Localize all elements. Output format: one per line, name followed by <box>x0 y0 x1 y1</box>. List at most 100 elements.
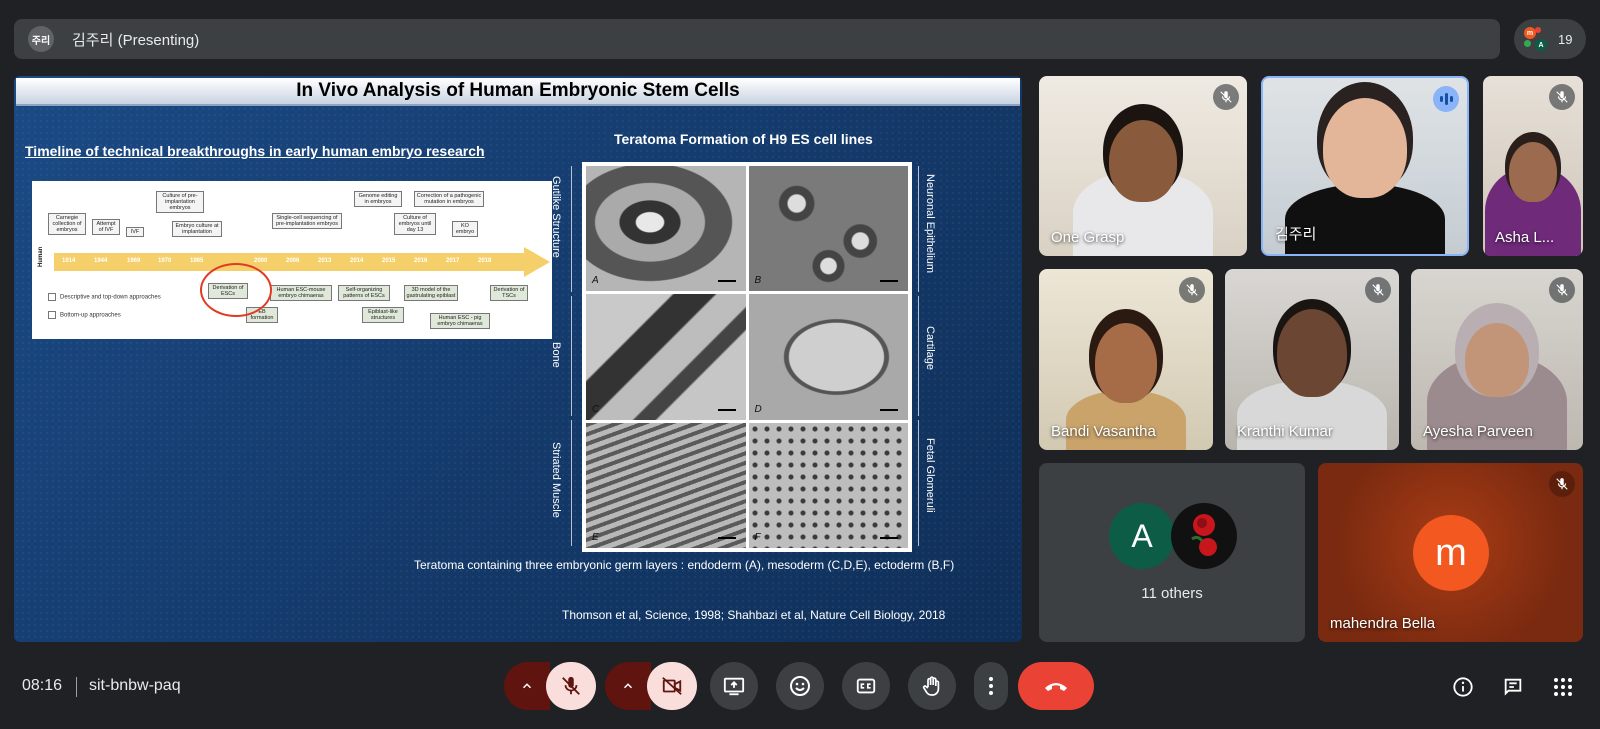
rose-avatar <box>1171 503 1237 569</box>
teratoma-heading: Teratoma Formation of H9 ES cell lines <box>614 131 873 147</box>
timeline-box: Culture of embryos until day 13 <box>394 213 436 235</box>
presenting-bar: 주리 김주리 (Presenting) <box>14 19 1500 59</box>
more-options-button[interactable] <box>974 662 1008 710</box>
more-options-pill <box>974 662 1008 710</box>
participant-face <box>1109 120 1177 202</box>
mic-off-icon <box>1549 277 1575 303</box>
participant-tile[interactable]: m mahendra Bella <box>1318 463 1583 642</box>
timeline-year: 1985 <box>190 258 204 264</box>
captions-icon <box>856 678 876 694</box>
histology-right-label: Cartilage <box>924 326 936 371</box>
panel-letter: B <box>754 275 762 287</box>
others-avatar: A <box>1109 503 1175 569</box>
apps-grid-icon <box>1554 678 1572 696</box>
participant-name: One Grasp <box>1051 229 1125 246</box>
mini-avatar: A <box>1535 39 1547 51</box>
mic-off-icon <box>1549 84 1575 110</box>
participant-avatars: m A <box>1522 26 1548 52</box>
left-divider <box>571 420 572 546</box>
timeline-box: Self-organizing patterns of ESCs <box>338 285 390 301</box>
timeline-box: Embryo culture at implantation <box>172 221 222 237</box>
timeline-box: KO embryo <box>452 221 478 237</box>
present-icon <box>723 677 745 696</box>
histology-right-label: Neuronal Epithelium <box>924 174 936 274</box>
left-divider <box>571 296 572 416</box>
participant-tile[interactable]: One Grasp <box>1039 76 1247 256</box>
histology-left-label: Gutlike Structure <box>550 176 562 258</box>
camera-toggle-button[interactable] <box>647 662 697 710</box>
timeline-box: Genome editing in embryos <box>354 191 402 207</box>
meeting-code: sit-bnbw-paq <box>89 677 181 694</box>
histology-grid: A B C D E F <box>586 166 908 548</box>
scale-bar <box>880 537 898 539</box>
captions-button[interactable] <box>842 662 890 710</box>
others-tile[interactable]: A 11 others <box>1039 463 1305 642</box>
presenter-label: 김주리 (Presenting) <box>72 31 200 49</box>
timeline-box: Epiblast-like structures <box>362 307 404 323</box>
panel-letter: D <box>754 403 762 415</box>
timeline-box: IVF <box>126 227 144 237</box>
presenter-avatar: 주리 <box>28 26 54 52</box>
mic-off-icon <box>1213 84 1239 110</box>
histology-left-label: Striated Muscle <box>550 442 562 518</box>
histology-panel: C <box>586 294 746 420</box>
mic-off-icon <box>562 676 580 695</box>
mic-off-icon <box>1179 277 1205 303</box>
scale-bar <box>880 280 898 283</box>
meeting-details-button[interactable] <box>1450 674 1476 700</box>
scale-bar <box>717 280 736 283</box>
divider <box>76 677 77 697</box>
timeline-box: Attempt of IVF <box>92 219 120 235</box>
timeline-legend-item: Descriptive and top-down approaches <box>48 293 161 301</box>
audio-options-button[interactable] <box>504 662 550 710</box>
scale-bar <box>880 408 898 411</box>
timeline-box: Carnegie collection of embryos <box>48 213 86 235</box>
timeline-box: Human ESC - pig embryo chimaeras <box>430 313 490 329</box>
video-options-button[interactable] <box>605 662 651 710</box>
participant-tile[interactable]: Kranthi Kumar <box>1225 269 1399 450</box>
slide-title-bar: In Vivo Analysis of Human Embryonic Stem… <box>16 78 1020 106</box>
participant-tile[interactable]: Ayesha Parveen <box>1411 269 1583 450</box>
raise-hand-button[interactable] <box>908 662 956 710</box>
timeline-year: 2016 <box>414 258 428 264</box>
timeline-year: 2015 <box>382 258 396 264</box>
participant-tile[interactable]: Asha L... <box>1483 76 1583 256</box>
mic-off-icon <box>1549 471 1575 497</box>
timeline-year: 1970 <box>158 258 172 264</box>
histology-panel: A <box>586 166 746 292</box>
more-vert-icon <box>989 677 993 695</box>
histology-figure: A B C D E F <box>582 162 912 552</box>
mic-toggle-button[interactable] <box>546 662 596 710</box>
slide-caption: Teratoma containing three embryonic germ… <box>414 558 955 572</box>
participant-name: Bandi Vasantha <box>1051 423 1156 440</box>
timeline-legend-item: Bottom-up approaches <box>48 311 121 319</box>
leave-call-button[interactable] <box>1018 662 1094 710</box>
activities-button[interactable] <box>1550 674 1576 700</box>
right-divider <box>918 296 919 416</box>
present-screen-button[interactable] <box>710 662 758 710</box>
timeline-box: Culture of pre-implantation embryos <box>156 191 204 213</box>
timeline-figure: Carnegie collection of embryos Attempt o… <box>32 181 552 339</box>
timeline-year: 2000 <box>254 258 268 264</box>
mini-avatar-dot <box>1524 40 1531 47</box>
speaking-indicator-icon <box>1433 86 1459 112</box>
timeline-box: Correction of a pathogenic mutation in e… <box>414 191 484 207</box>
participants-button[interactable]: m A 19 <box>1514 19 1586 59</box>
histology-right-label: Fetal Glomeruli <box>924 438 936 513</box>
camera-control <box>605 662 697 710</box>
participant-tile[interactable]: Bandi Vasantha <box>1039 269 1213 450</box>
participant-face <box>1277 309 1347 397</box>
meet-window: 주리 김주리 (Presenting) m A 19 In Vivo Analy… <box>0 0 1600 729</box>
reactions-button[interactable] <box>776 662 824 710</box>
highlight-circle <box>200 263 272 317</box>
participant-face <box>1465 323 1529 397</box>
participant-tile-active[interactable]: 김주리 <box>1261 76 1469 256</box>
timeline-heading: Timeline of technical breakthroughs in e… <box>25 143 485 159</box>
timeline-axis-label: Human <box>38 246 44 267</box>
rose-icon <box>1191 514 1217 556</box>
slide-citation: Thomson et al, Science, 1998; Shahbazi e… <box>562 608 946 622</box>
emoji-icon <box>790 676 810 696</box>
camera-off-icon <box>662 677 682 695</box>
chat-button[interactable] <box>1500 674 1526 700</box>
timeline-year: 1944 <box>94 258 108 264</box>
